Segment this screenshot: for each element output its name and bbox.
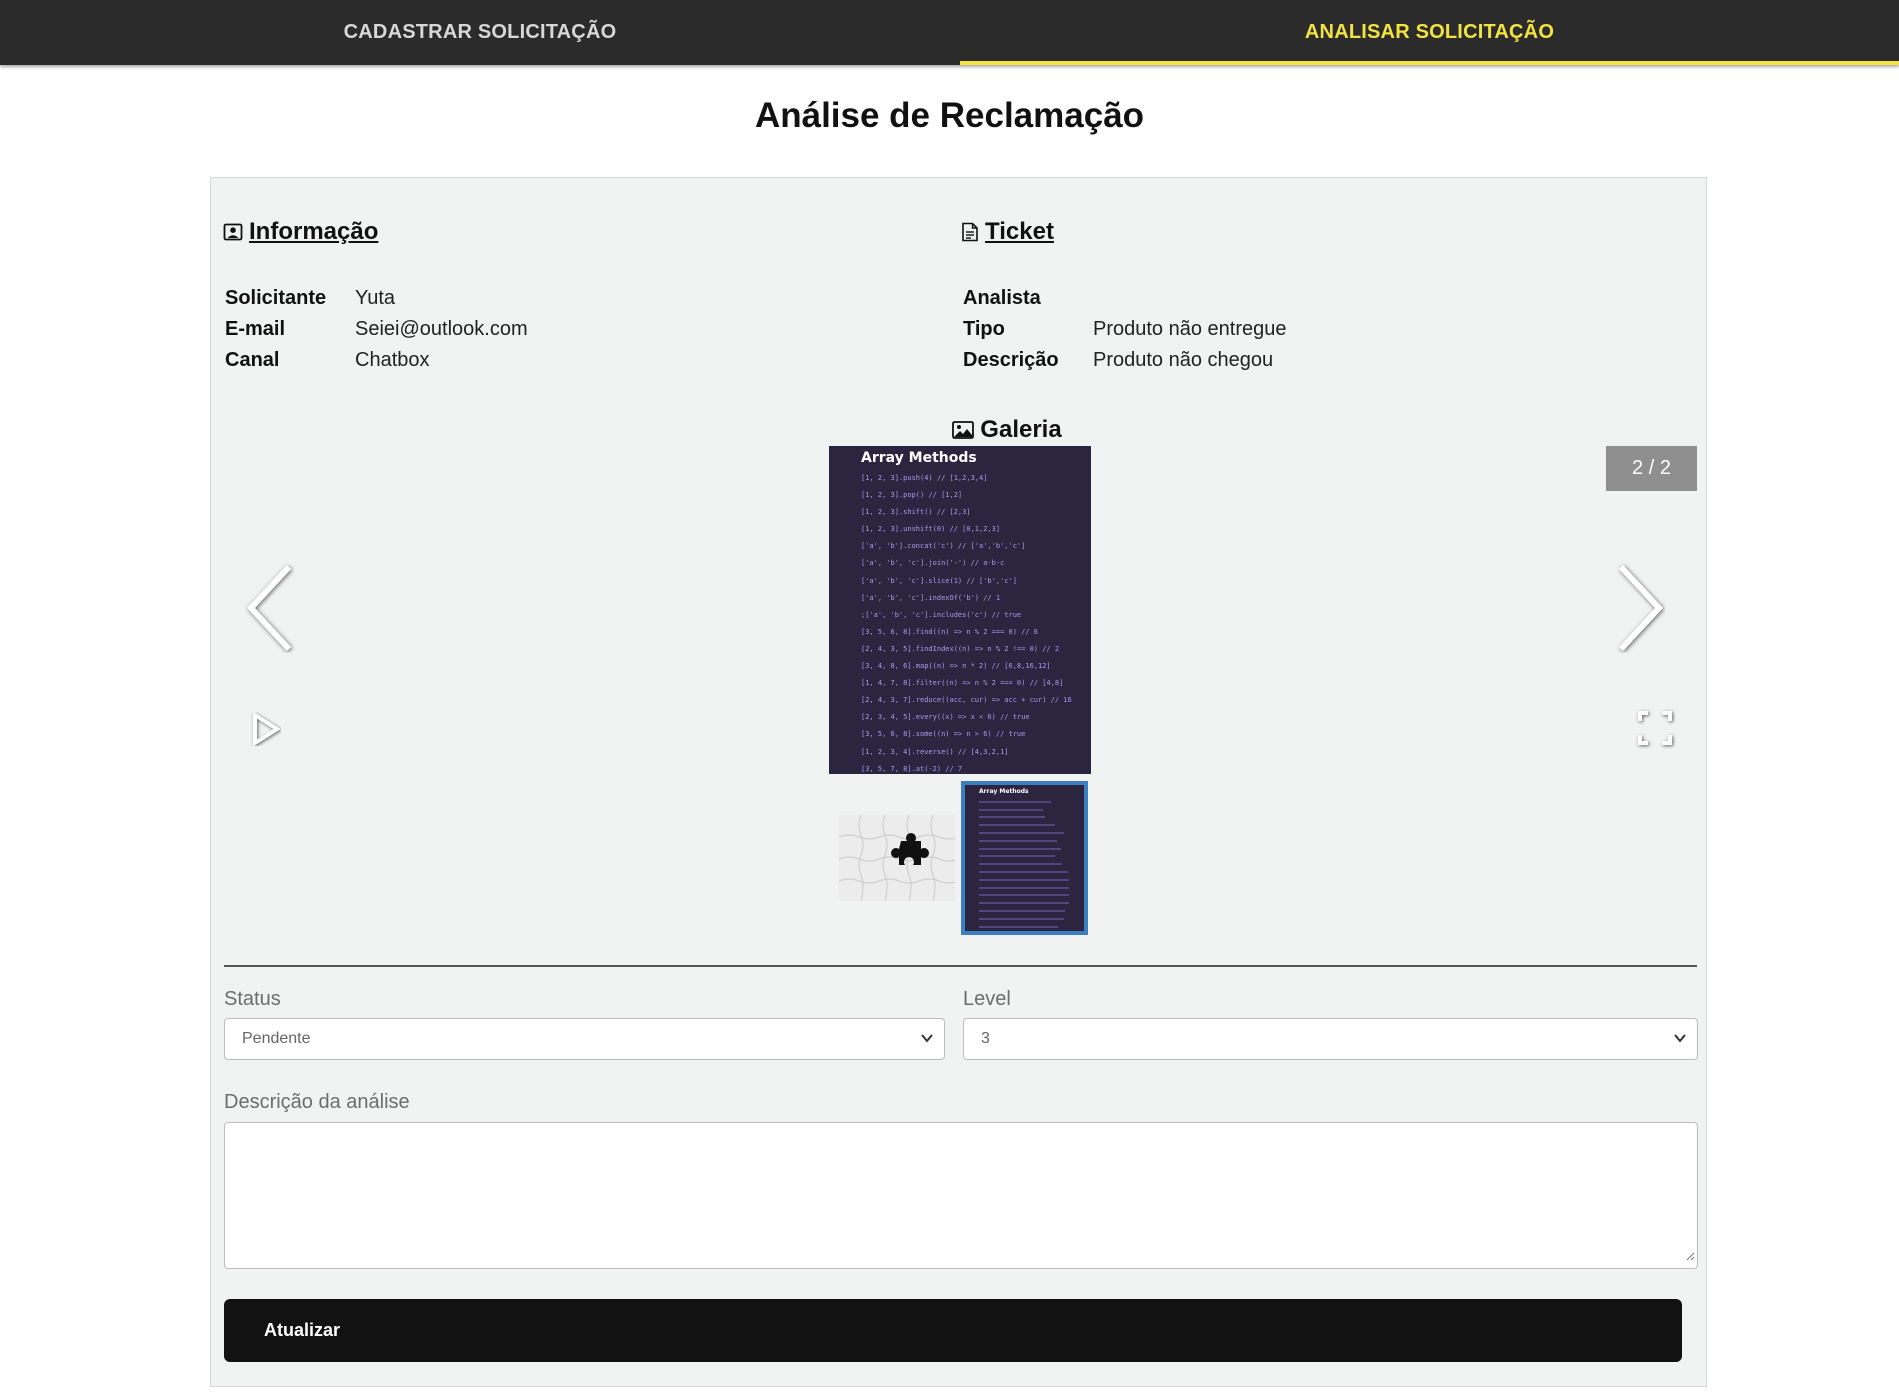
code-line: [2, 4, 3, 7].reduce((acc, cur) => acc + …: [861, 696, 1072, 705]
code-line: [1, 2, 3].shift() // [2,3]: [861, 508, 971, 517]
code-line: [1, 4, 7, 8].filter((n) => n % 2 === 0) …: [861, 679, 1064, 688]
code-line: [3, 5, 6, 8].some((n) => n > 6) // true: [861, 730, 1026, 739]
puzzle-thumbnail[interactable]: [839, 815, 955, 901]
info-key: Canal: [225, 349, 280, 371]
ticket-row-tipo: Tipo Produto não entregue: [963, 314, 1287, 345]
ticket-key: Analista: [963, 287, 1041, 309]
informacao-label: Informação: [249, 218, 379, 245]
image-title: Array Methods: [861, 450, 977, 466]
thumbnail-title: Array Methods: [979, 788, 1029, 795]
info-row-email: E-mail Seiei@outlook.com: [225, 314, 528, 345]
thumbnail-code-line: [979, 933, 1043, 935]
ticket-value: [1093, 283, 1287, 314]
code-line: [1, 2, 3].unshift(0) // [0,1,2,3]: [861, 525, 1001, 534]
play-icon: [251, 711, 281, 750]
chevron-down-icon: [920, 1031, 934, 1050]
ticket-row-analista: Analista: [963, 283, 1287, 314]
code-line: ['a', 'b', 'c'].join('-') // a-b-c: [861, 559, 1005, 568]
ticket-table: Analista Tipo Produto não entregue Descri…: [963, 283, 1287, 376]
chevron-left-icon: [245, 564, 295, 657]
code-line: ;['a', 'b', 'c'].includes('c') // true: [861, 610, 1022, 619]
info-key: E-mail: [225, 318, 286, 340]
thumbnail-code-line: [979, 886, 1069, 889]
ticket-key: Tipo: [963, 318, 1005, 340]
thumbnail-code-line: [979, 863, 1063, 866]
tab-analisar-solicitacao[interactable]: ANALISAR SOLICITAÇÃO: [960, 0, 1899, 65]
code-line: [1, 2, 3].pop() // [1,2]: [861, 491, 963, 500]
info-row-canal: Canal Chatbox: [225, 345, 528, 376]
thumbnail-code-line: [979, 855, 1056, 858]
thumbnail-code-line: [979, 870, 1068, 873]
image-icon: [952, 421, 975, 439]
description-label: Descrição da análise: [224, 1091, 410, 1113]
thumbnail-code-line: [979, 847, 1061, 850]
thumbnail-code-line: [979, 831, 1064, 834]
info-value: Seiei@outlook.com: [355, 318, 528, 340]
thumbnail-code-line: [979, 839, 1057, 842]
code-line: ['a', 'b', 'c'].indexOf('b') // 1: [861, 593, 1001, 602]
code-line: [3, 4, 8, 6].map((n) => n * 2) // [6,8,1…: [861, 662, 1051, 671]
code-line: [1, 2, 3, 4].reverse() // [4,3,2,1]: [861, 747, 1009, 756]
thumbnail-code-line: [979, 878, 1069, 881]
code-line: [3, 5, 6, 8].find((n) => n % 2 === 0) //…: [861, 627, 1039, 636]
thumbnail-code-line: [979, 816, 1046, 819]
image-code-lines: [1, 2, 3].push(4) // [1,2,3,4] [1, 2, 3].…: [861, 470, 1091, 774]
gallery-label: Galeria: [980, 416, 1062, 443]
analysis-card: Informação Solicitante Yuta E-mail Seiei@o…: [210, 177, 1707, 1387]
status-value: Pendente: [242, 1030, 311, 1047]
divider: [224, 965, 1697, 967]
code-line: [2, 4, 3, 5].findIndex((n) => n % 2 !== …: [861, 644, 1060, 653]
level-label: Level: [963, 988, 1011, 1010]
thumbnail-code-line: [979, 894, 1069, 897]
ticket-row-descricao: Descrição Produto não chegou: [963, 345, 1287, 376]
document-icon: [961, 222, 979, 242]
gallery-counter: 2 / 2: [1606, 446, 1697, 491]
info-row-solicitante: Solicitante Yuta: [225, 283, 528, 314]
top-nav: CADASTRAR SOLICITAÇÃO ANALISAR SOLICITAÇ…: [0, 0, 1899, 65]
level-value: 3: [981, 1030, 990, 1047]
level-select[interactable]: 3: [963, 1018, 1698, 1060]
thumbnail-code-line: [979, 917, 1064, 920]
thumbnail-code-line: [979, 909, 1065, 912]
page-title: Análise de Reclamação: [754, 96, 1145, 135]
code-line: [2, 3, 4, 5].every((x) => x < 6) // true: [861, 713, 1030, 722]
chevron-right-icon: [1615, 564, 1665, 657]
thumbnail-code-line: [979, 808, 1043, 811]
code-line: ['a', 'b'].concat('c') // ['a','b','c']: [861, 542, 1026, 551]
array-methods-thumbnail[interactable]: Array Methods: [961, 781, 1088, 935]
gallery-play-button[interactable]: [251, 711, 281, 751]
code-line: [1, 2, 3].push(4) // [1,2,3,4]: [861, 474, 988, 482]
code-line: ['a', 'b', 'c'].slice(1) // ['b','c']: [861, 576, 1017, 585]
gallery-heading: Galeria: [907, 416, 1107, 444]
update-button[interactable]: Atualizar: [224, 1299, 1682, 1362]
thumbnail-code-line: [979, 824, 1056, 827]
informacao-table: Solicitante Yuta E-mail Seiei@outlook.com …: [225, 283, 528, 376]
info-value: Yuta: [355, 287, 396, 309]
chevron-down-icon: [1673, 1031, 1687, 1050]
resize-grip-icon[interactable]: [1685, 1248, 1695, 1266]
ticket-key: Descrição: [963, 349, 1059, 371]
gallery-next-button[interactable]: [1615, 563, 1665, 658]
ticket-value: Produto não chegou: [1093, 349, 1274, 371]
ticket-label: Ticket: [985, 218, 1054, 245]
gallery-fullscreen-button[interactable]: [1637, 710, 1673, 751]
description-textarea[interactable]: [224, 1122, 1698, 1269]
gallery-main-image[interactable]: Array Methods [1, 2, 3].push(4) // [1,2,…: [829, 446, 1091, 774]
thumbnail-code-line: [979, 925, 1058, 928]
person-badge-icon: [223, 222, 243, 242]
status-select[interactable]: Pendente: [224, 1018, 945, 1060]
ticket-heading: Ticket: [961, 218, 1054, 246]
status-label: Status: [224, 988, 281, 1010]
ticket-value: Produto não entregue: [1093, 318, 1287, 340]
thumbnail-code-line: [979, 800, 1051, 803]
thumbnail-lines: [979, 800, 1084, 935]
thumbnail-code-line: [979, 902, 1069, 905]
fullscreen-icon: [1637, 711, 1673, 750]
informacao-heading: Informação: [223, 218, 378, 246]
info-key: Solicitante: [225, 287, 327, 309]
tab-cadastrar-solicitacao[interactable]: CADASTRAR SOLICITAÇÃO: [0, 0, 960, 65]
gallery-prev-button[interactable]: [245, 563, 295, 658]
info-value: Chatbox: [355, 349, 430, 371]
code-line: [3, 5, 7, 8].at(-2) // 7: [861, 764, 963, 773]
